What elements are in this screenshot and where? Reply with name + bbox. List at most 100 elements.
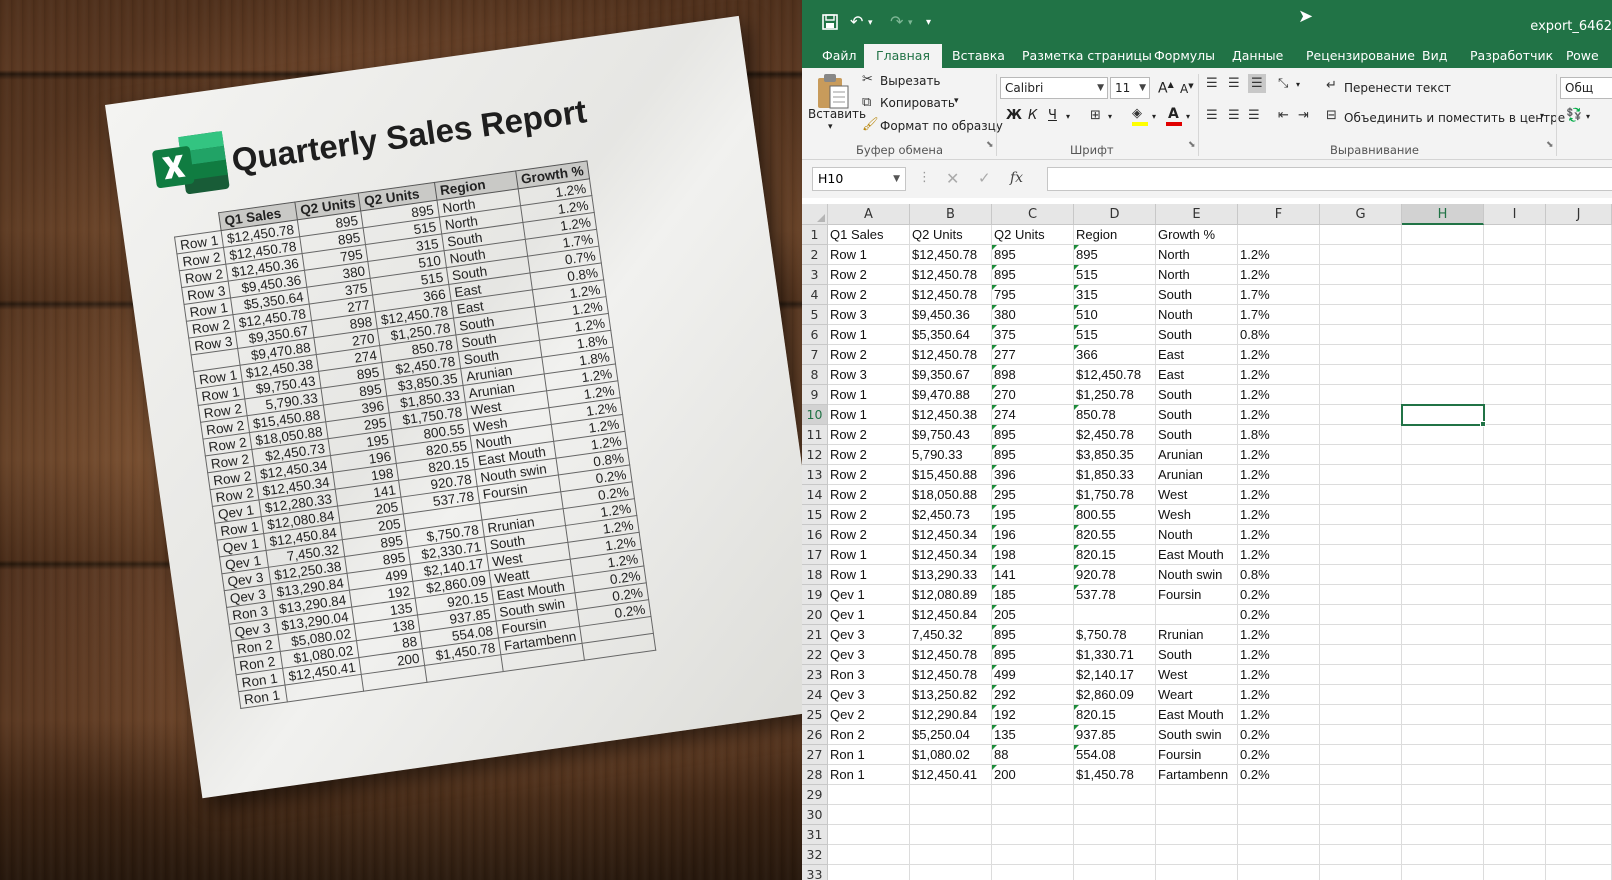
cell[interactable] bbox=[1402, 625, 1484, 645]
cell[interactable] bbox=[1402, 665, 1484, 685]
cell[interactable]: Ron 3 bbox=[828, 665, 910, 685]
cell[interactable] bbox=[1320, 565, 1402, 585]
orientation-dropdown-icon[interactable]: ▾ bbox=[1296, 80, 1300, 89]
cell[interactable] bbox=[1402, 745, 1484, 765]
cell[interactable] bbox=[1546, 645, 1612, 665]
cell[interactable] bbox=[1238, 805, 1320, 825]
cell[interactable]: 1.2% bbox=[1238, 625, 1320, 645]
cell[interactable] bbox=[1074, 865, 1156, 880]
tab-6[interactable]: Рецензирование bbox=[1300, 44, 1421, 68]
copy-button[interactable]: Копировать bbox=[880, 96, 955, 110]
row-header[interactable]: 18 bbox=[802, 565, 828, 585]
row-header[interactable]: 27 bbox=[802, 745, 828, 765]
cell[interactable]: 0.8% bbox=[1238, 325, 1320, 345]
cell[interactable] bbox=[1320, 325, 1402, 345]
cell[interactable]: Ron 1 bbox=[828, 745, 910, 765]
cell[interactable]: Row 2 bbox=[828, 505, 910, 525]
cell[interactable]: Qev 3 bbox=[828, 685, 910, 705]
cell[interactable]: $3,850.35 bbox=[1074, 445, 1156, 465]
column-header[interactable]: D bbox=[1074, 204, 1156, 225]
cell[interactable] bbox=[1546, 725, 1612, 745]
cell[interactable]: 185 bbox=[992, 585, 1074, 605]
cell[interactable]: 1.2% bbox=[1238, 705, 1320, 725]
row-header[interactable]: 1 bbox=[802, 225, 828, 245]
cell[interactable] bbox=[1546, 325, 1612, 345]
tab-2[interactable]: Вставка bbox=[946, 44, 1011, 68]
cell[interactable] bbox=[1484, 765, 1546, 785]
cell[interactable] bbox=[1484, 225, 1546, 245]
cell[interactable] bbox=[1320, 865, 1402, 880]
cell[interactable]: Qev 1 bbox=[828, 585, 910, 605]
cell[interactable]: 380 bbox=[992, 305, 1074, 325]
cell[interactable]: North bbox=[1156, 245, 1238, 265]
cell[interactable]: $12,450.78 bbox=[1074, 365, 1156, 385]
cell[interactable] bbox=[1320, 265, 1402, 285]
cell[interactable] bbox=[1484, 725, 1546, 745]
cell[interactable] bbox=[1484, 505, 1546, 525]
row-header[interactable]: 6 bbox=[802, 325, 828, 345]
row-header[interactable]: 12 bbox=[802, 445, 828, 465]
cell[interactable]: South bbox=[1156, 645, 1238, 665]
row-header[interactable]: 9 bbox=[802, 385, 828, 405]
cell[interactable]: 1.2% bbox=[1238, 245, 1320, 265]
cell[interactable]: East bbox=[1156, 365, 1238, 385]
row-header[interactable]: 23 bbox=[802, 665, 828, 685]
cell[interactable]: East bbox=[1156, 345, 1238, 365]
cell[interactable] bbox=[1074, 805, 1156, 825]
cell[interactable]: 1.2% bbox=[1238, 365, 1320, 385]
cell[interactable] bbox=[1156, 845, 1238, 865]
cell[interactable] bbox=[1402, 325, 1484, 345]
undo-icon[interactable]: ↶ bbox=[850, 12, 863, 31]
tab-8[interactable]: Разработчик bbox=[1464, 44, 1559, 68]
cell[interactable]: Row 2 bbox=[828, 485, 910, 505]
cell[interactable]: Nouth bbox=[1156, 305, 1238, 325]
cell[interactable] bbox=[1546, 525, 1612, 545]
cell[interactable]: Row 3 bbox=[828, 365, 910, 385]
cell[interactable] bbox=[1546, 405, 1612, 425]
cell[interactable]: Wesh bbox=[1156, 505, 1238, 525]
column-header[interactable]: F bbox=[1238, 204, 1320, 225]
cell[interactable]: 1.2% bbox=[1238, 445, 1320, 465]
cell[interactable] bbox=[1320, 745, 1402, 765]
cell[interactable] bbox=[1074, 605, 1156, 625]
cell[interactable] bbox=[1484, 625, 1546, 645]
cell[interactable] bbox=[910, 825, 992, 845]
cell[interactable]: 898 bbox=[992, 365, 1074, 385]
number-format-combo[interactable]: Общ bbox=[1560, 77, 1612, 99]
cell[interactable]: Nouth bbox=[1156, 525, 1238, 545]
cell[interactable]: Qev 1 bbox=[828, 605, 910, 625]
cell[interactable]: Row 2 bbox=[828, 425, 910, 445]
cell[interactable]: Row 2 bbox=[828, 285, 910, 305]
cell[interactable]: South bbox=[1156, 285, 1238, 305]
cell[interactable]: Ron 2 bbox=[828, 725, 910, 745]
cell[interactable] bbox=[1074, 785, 1156, 805]
select-all-corner[interactable] bbox=[802, 204, 828, 225]
cell[interactable]: 274 bbox=[992, 405, 1074, 425]
cell[interactable]: 270 bbox=[992, 385, 1074, 405]
cell[interactable]: 315 bbox=[1074, 285, 1156, 305]
cell[interactable] bbox=[1402, 685, 1484, 705]
cell[interactable] bbox=[1484, 525, 1546, 545]
cell[interactable]: $1,330.71 bbox=[1074, 645, 1156, 665]
row-header[interactable]: 13 bbox=[802, 465, 828, 485]
cell[interactable]: 0.2% bbox=[1238, 725, 1320, 745]
cell[interactable]: Nouth swin bbox=[1156, 565, 1238, 585]
decrease-indent-icon[interactable]: ⇤ bbox=[1278, 108, 1289, 123]
cell[interactable]: 1.2% bbox=[1238, 665, 1320, 685]
cell[interactable] bbox=[1484, 425, 1546, 445]
cell[interactable] bbox=[1546, 305, 1612, 325]
cell[interactable]: 554.08 bbox=[1074, 745, 1156, 765]
align-right-icon[interactable]: ☰ bbox=[1248, 108, 1260, 123]
underline-dropdown-icon[interactable]: ▾ bbox=[1066, 112, 1070, 121]
cell[interactable] bbox=[1484, 445, 1546, 465]
cell[interactable] bbox=[1546, 785, 1612, 805]
borders-icon[interactable]: ⊞ bbox=[1090, 108, 1101, 123]
cell[interactable]: 195 bbox=[992, 505, 1074, 525]
row-header[interactable]: 28 bbox=[802, 765, 828, 785]
cell[interactable] bbox=[1402, 845, 1484, 865]
cell[interactable] bbox=[1320, 465, 1402, 485]
cell[interactable]: 396 bbox=[992, 465, 1074, 485]
font-color-dropdown-icon[interactable]: ▾ bbox=[1186, 112, 1190, 121]
cell[interactable] bbox=[1402, 365, 1484, 385]
save-icon[interactable] bbox=[822, 14, 838, 30]
